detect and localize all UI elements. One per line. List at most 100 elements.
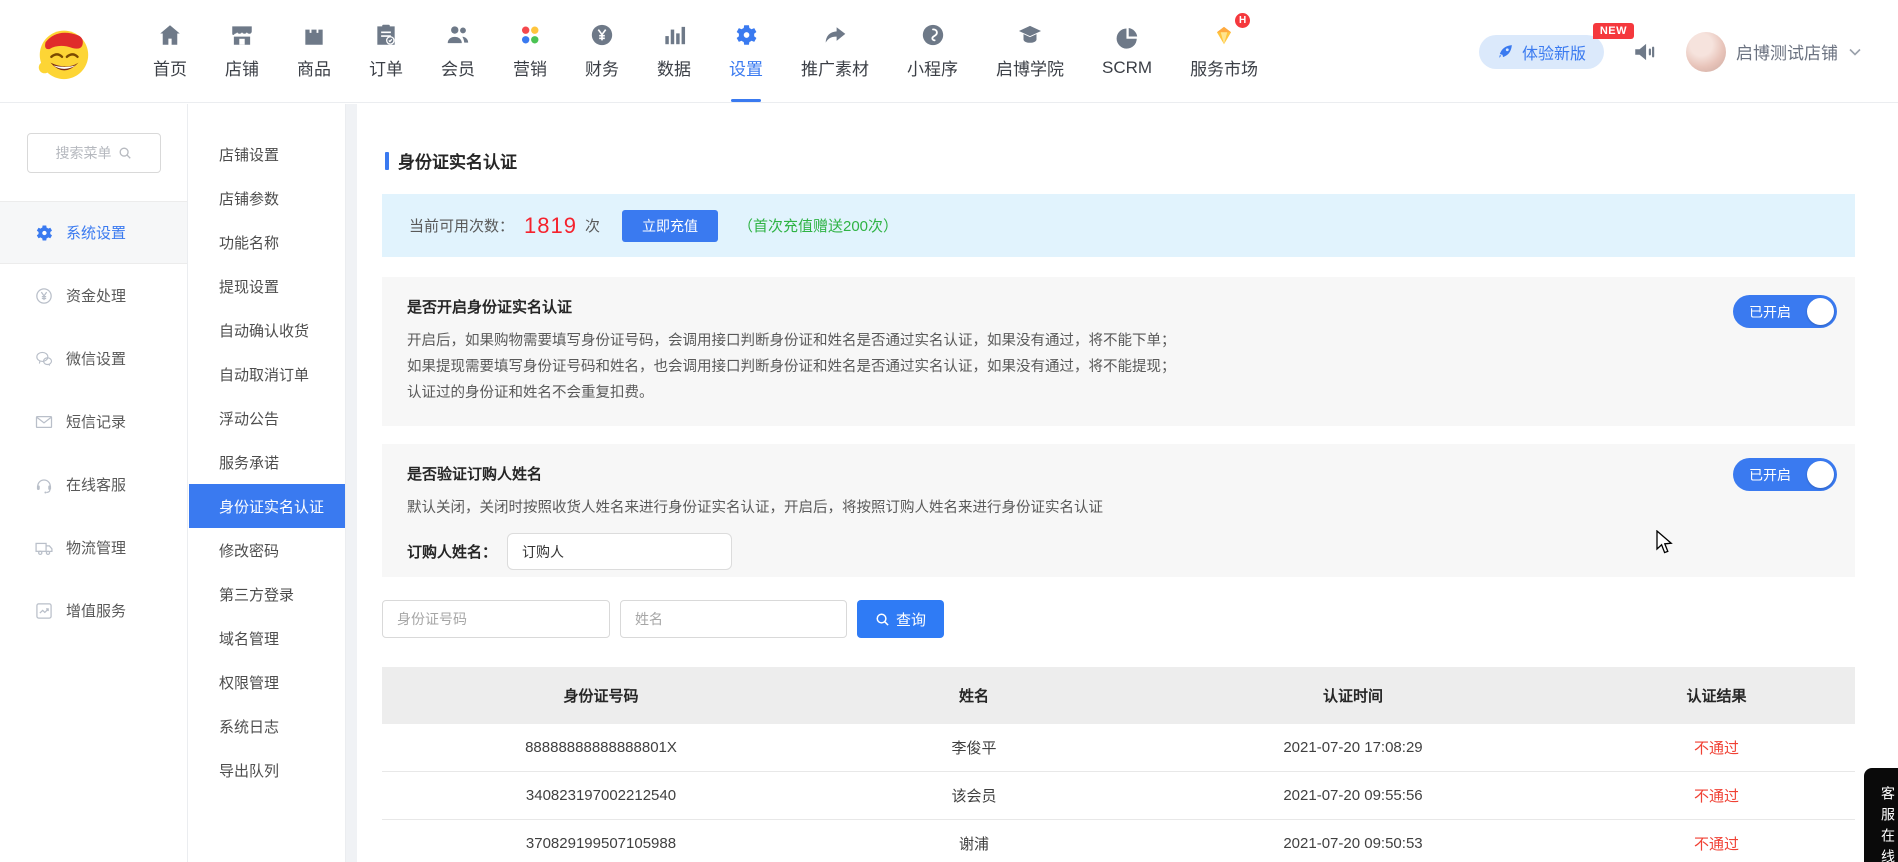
buyer-name-title: 是否验证订购人姓名 — [407, 463, 1855, 484]
customer-service-badge[interactable]: 客服在线 — [1864, 768, 1898, 862]
buyer-name-field-label: 订购人姓名： — [407, 541, 497, 562]
quota-unit: 次 — [585, 215, 600, 236]
nav-item-members[interactable]: 会员 — [422, 0, 494, 102]
submenu-item[interactable]: 导出队列 — [189, 748, 345, 792]
sidebar-item-label: 系统设置 — [66, 222, 126, 243]
cell-result: 不通过 — [1578, 820, 1855, 862]
submenu-item[interactable]: 服务承诺 — [189, 440, 345, 484]
nav-item-label: 推广素材 — [801, 55, 869, 80]
try-new-version-button[interactable]: 体验新版 NEW — [1479, 35, 1604, 69]
quota-value: 1819 — [524, 213, 577, 239]
submenu-item[interactable]: 提现设置 — [189, 264, 345, 308]
home-icon — [157, 22, 183, 48]
cell-time: 2021-07-20 09:50:53 — [1128, 820, 1578, 862]
submenu-item[interactable]: 第三方登录 — [189, 572, 345, 616]
pie-icon — [1114, 25, 1140, 51]
menu-search-input[interactable]: 搜索菜单 — [27, 133, 161, 173]
nav-item-label: 会员 — [441, 55, 475, 80]
avatar — [1686, 32, 1726, 72]
shop-name: 启博测试店铺 — [1736, 39, 1838, 64]
sidebar-item-addon[interactable]: 增值服务 — [0, 579, 187, 642]
sidebar-item-logistics[interactable]: 物流管理 — [0, 516, 187, 579]
chart-bars-icon — [661, 22, 687, 48]
table-header-cell: 认证时间 — [1128, 667, 1578, 724]
sidebar-menu: 系统设置 资金处理 微信设置 短信记录 在线客服 物流管理 增值服务 — [0, 201, 187, 642]
nav-item-label: 设置 — [729, 55, 763, 80]
hot-badge: H — [1235, 13, 1250, 28]
nav-item-label: 店铺 — [225, 55, 259, 80]
title-marker — [385, 152, 389, 170]
sidebar-item-sms[interactable]: 短信记录 — [0, 390, 187, 453]
query-button[interactable]: 查询 — [857, 600, 944, 638]
submenu-item[interactable]: 功能名称 — [189, 220, 345, 264]
nav-item-label: 订单 — [369, 55, 403, 80]
cell-idcard: 370829199507105988 — [382, 820, 820, 862]
cell-result: 不通过 — [1578, 724, 1855, 771]
order-icon — [373, 22, 399, 48]
submenu-item[interactable]: 权限管理 — [189, 660, 345, 704]
nav-item-miniapp[interactable]: 小程序 — [888, 0, 977, 102]
submenu-item[interactable]: 身份证实名认证 — [189, 484, 345, 528]
filter-row: 查询 — [382, 600, 944, 638]
wechat-icon — [34, 349, 54, 369]
recharge-button[interactable]: 立即充值 — [622, 210, 718, 242]
nav-item-scrm[interactable]: SCRM — [1083, 0, 1171, 102]
account-menu[interactable]: 启博测试店铺 — [1686, 32, 1862, 72]
nav-item-academy[interactable]: 启博学院 — [977, 0, 1083, 102]
try-new-label: 体验新版 — [1522, 40, 1586, 64]
sidebar-item-funds[interactable]: 资金处理 — [0, 264, 187, 327]
trend-icon — [34, 601, 54, 621]
idcard-filter-input[interactable] — [382, 600, 610, 638]
table-header-row: 身份证号码姓名认证时间认证结果 — [382, 667, 1855, 724]
submenu-item[interactable]: 浮动公告 — [189, 396, 345, 440]
brand-logo-icon[interactable] — [32, 20, 94, 82]
name-filter-input[interactable] — [620, 600, 847, 638]
table-header-cell: 姓名 — [820, 667, 1128, 724]
table-row: 340823197002212540 该会员 2021-07-20 09:55:… — [382, 772, 1855, 820]
academy-icon — [1017, 22, 1043, 48]
nav-item-goods[interactable]: 商品 — [278, 0, 350, 102]
marketing-icon — [517, 22, 543, 48]
nav-item-marketing[interactable]: 营销 — [494, 0, 566, 102]
navbar-right: 体验新版 NEW 启博测试店铺 — [1479, 0, 1862, 103]
sidebar-item-service[interactable]: 在线客服 — [0, 453, 187, 516]
submenu-item[interactable]: 自动取消订单 — [189, 352, 345, 396]
nav-item-market[interactable]: H 服务市场 — [1171, 0, 1277, 102]
submenu-item[interactable]: 自动确认收货 — [189, 308, 345, 352]
idcard-verify-title: 是否开启身份证实名认证 — [407, 296, 1855, 317]
sidebar-item-system[interactable]: 系统设置 — [0, 201, 187, 264]
headset-icon — [34, 475, 54, 495]
nav-item-finance[interactable]: 财务 — [566, 0, 638, 102]
submenu-item[interactable]: 系统日志 — [189, 704, 345, 748]
table-row: 88888888888888801X 李俊平 2021-07-20 17:08:… — [382, 724, 1855, 772]
nav-item-label: 营销 — [513, 55, 547, 80]
submenu-item[interactable]: 修改密码 — [189, 528, 345, 572]
quota-label: 当前可用次数： — [409, 215, 514, 236]
table-header-cell: 身份证号码 — [382, 667, 820, 724]
submenu-item[interactable]: 店铺参数 — [189, 176, 345, 220]
primary-sidebar: 搜索菜单 系统设置 资金处理 微信设置 短信记录 在线客服 物流管理 增值服务 — [0, 104, 188, 862]
share-icon — [822, 22, 848, 48]
sidebar-item-wechat[interactable]: 微信设置 — [0, 327, 187, 390]
quota-bar: 当前可用次数： 1819 次 立即充值 （首次充值赠送200次） — [382, 194, 1855, 257]
buyer-name-toggle-label: 已开启 — [1749, 465, 1791, 485]
mail-icon — [34, 412, 54, 432]
nav-item-label: 财务 — [585, 55, 619, 80]
nav-item-shop[interactable]: 店铺 — [206, 0, 278, 102]
submenu-item[interactable]: 域名管理 — [189, 616, 345, 660]
gear-icon — [733, 22, 759, 48]
nav-item-orders[interactable]: 订单 — [350, 0, 422, 102]
idcard-verify-toggle[interactable]: 已开启 — [1733, 295, 1837, 328]
cell-result: 不通过 — [1578, 772, 1855, 819]
submenu-item[interactable]: 店铺设置 — [189, 132, 345, 176]
announcement-speaker-icon[interactable] — [1632, 39, 1658, 65]
cell-idcard: 340823197002212540 — [382, 772, 820, 819]
buyer-name-input[interactable] — [507, 533, 732, 570]
nav-item-promo[interactable]: 推广素材 — [782, 0, 888, 102]
nav-item-settings[interactable]: 设置 — [710, 0, 782, 102]
nav-item-data[interactable]: 数据 — [638, 0, 710, 102]
buyer-name-toggle[interactable]: 已开启 — [1733, 458, 1837, 491]
members-icon — [445, 22, 471, 48]
secondary-sidebar: 店铺设置店铺参数功能名称提现设置自动确认收货自动取消订单浮动公告服务承诺身份证实… — [189, 104, 346, 862]
nav-item-home[interactable]: 首页 — [134, 0, 206, 102]
